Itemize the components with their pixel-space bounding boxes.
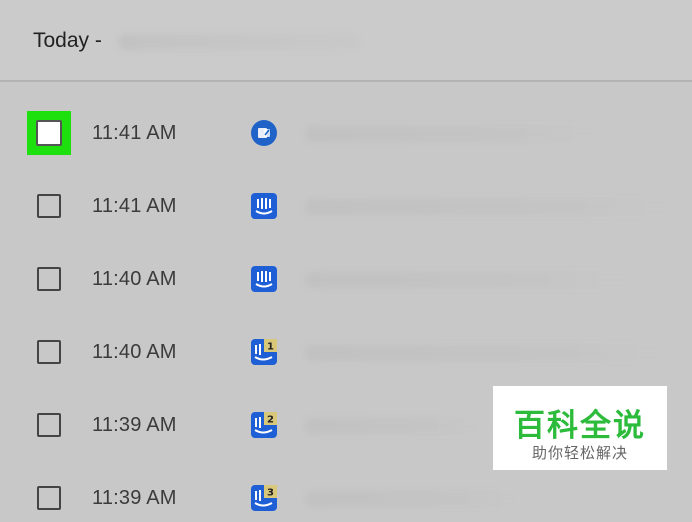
list-item[interactable]: 11:41 AM: [0, 157, 692, 230]
row-time: 11:41 AM: [92, 122, 177, 144]
badge-number: 3: [267, 488, 274, 499]
watermark-title: 百科全说: [514, 408, 646, 443]
blurred-subject: [305, 418, 485, 434]
list-header: Today -: [0, 0, 692, 82]
badge-number: 2: [267, 415, 274, 426]
blurred-subject: [305, 345, 675, 361]
checkbox-area[interactable]: [27, 403, 71, 447]
row-checkbox[interactable]: [36, 120, 62, 146]
blurred-subject: [305, 126, 605, 142]
blurred-subject: [305, 491, 525, 507]
blurred-subject: [305, 199, 685, 215]
intercom-icon: [251, 266, 277, 292]
badge-number: 1: [267, 342, 274, 353]
outlook-calendar-icon: [251, 120, 277, 146]
checkbox-highlight[interactable]: [27, 111, 71, 155]
intercom-badge-icon: 3: [251, 485, 277, 511]
date-group-title: Today -: [33, 29, 102, 52]
list-item[interactable]: 11:40 AM 1: [0, 303, 692, 376]
watermark: 百科全说 助你轻松解决: [493, 386, 667, 470]
intercom-badge-icon: 1: [251, 339, 277, 365]
row-time: 11:41 AM: [92, 195, 177, 217]
row-checkbox[interactable]: [37, 267, 61, 291]
blurred-subject: [305, 272, 635, 288]
blurred-header-text: [118, 34, 358, 50]
row-checkbox[interactable]: [37, 486, 61, 510]
intercom-badge-icon: 2: [251, 412, 277, 438]
row-time: 11:39 AM: [92, 487, 177, 509]
checkbox-area[interactable]: [27, 476, 71, 520]
row-time: 11:40 AM: [92, 268, 177, 290]
list-item[interactable]: 11:40 AM: [0, 230, 692, 303]
checkbox-area[interactable]: [27, 257, 71, 301]
row-checkbox[interactable]: [37, 340, 61, 364]
row-checkbox[interactable]: [37, 413, 61, 437]
row-checkbox[interactable]: [37, 194, 61, 218]
row-time: 11:39 AM: [92, 414, 177, 436]
list-item[interactable]: 11:41 AM: [0, 84, 692, 157]
checkbox-area[interactable]: [27, 330, 71, 374]
checkbox-area[interactable]: [27, 184, 71, 228]
watermark-subtitle: 助你轻松解决: [531, 445, 628, 462]
intercom-icon: [251, 193, 277, 219]
row-time: 11:40 AM: [92, 341, 177, 363]
